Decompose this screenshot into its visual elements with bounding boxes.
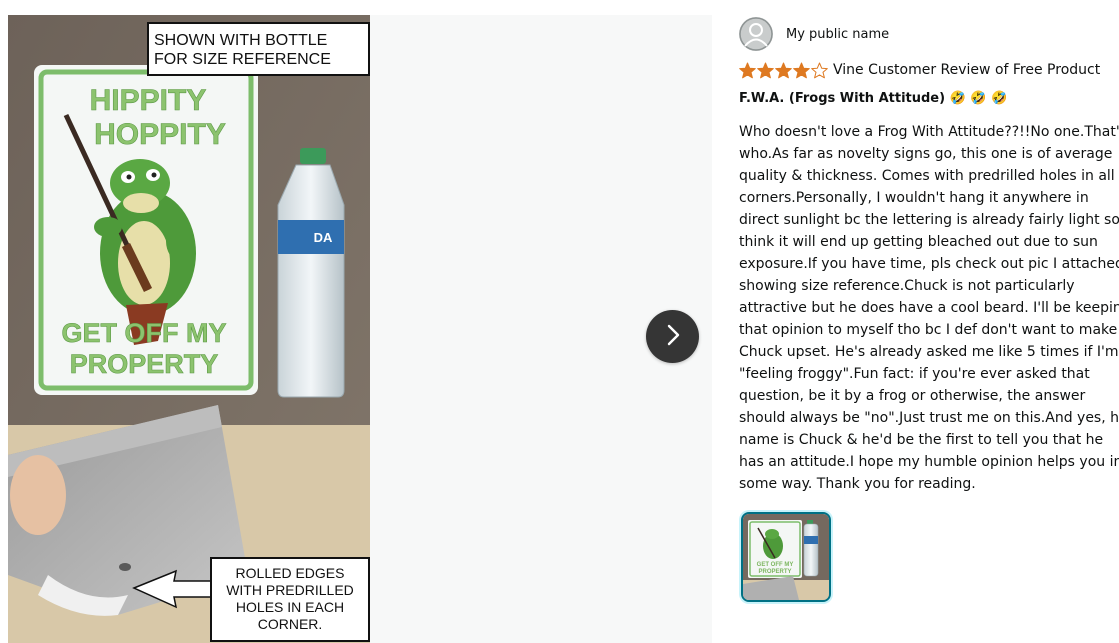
callout-bottom-line-2: WITH PREDRILLED [226, 582, 354, 598]
thumbnail-text-line-1: GET OFF MY [757, 562, 794, 568]
next-image-button[interactable] [646, 310, 699, 363]
chevron-right-icon [663, 323, 683, 351]
review-image-thumbnail[interactable]: GET OFF MY PROPERTY [741, 512, 831, 602]
callout-bottom-line-3: HOLES IN EACH [236, 599, 344, 615]
callout-bottom-line-4: CORNER. [258, 616, 323, 632]
review-title: F.W.A. (Frogs With Attitude) 🤣 🤣 🤣 [739, 91, 1008, 106]
star-empty-icon [811, 62, 828, 78]
star-filled-icon [775, 62, 792, 78]
star-filled-icon [793, 62, 810, 78]
callout-top-line-2: FOR SIZE REFERENCE [154, 51, 331, 68]
reviewer-profile[interactable]: My public name [739, 17, 889, 51]
bottle-label: DA [314, 230, 333, 245]
avatar-icon [739, 17, 773, 51]
sign-line-1: HIPPITY [90, 84, 207, 117]
rating-row: Vine Customer Review of Free Product [739, 59, 1100, 81]
callout-top-line-1: SHOWN WITH BOTTLE [154, 32, 327, 49]
water-bottle: DA [277, 148, 345, 398]
star-rating [739, 62, 829, 79]
sign-line-4: PROPERTY [70, 349, 219, 379]
star-filled-icon [739, 62, 756, 78]
image-viewer: HIPPITY HOPPITY GET OFF MY PROPERTY DA S… [8, 15, 712, 643]
sign-line-3: GET OFF MY [62, 318, 227, 348]
review-panel: My public name Vine Customer Review of F… [739, 15, 1119, 643]
callout-bottom-line-1: ROLLED EDGES [236, 565, 345, 581]
thumbnail-text-line-2: PROPERTY [758, 569, 791, 575]
review-photo: HIPPITY HOPPITY GET OFF MY PROPERTY DA S… [8, 15, 370, 643]
vine-review-label: Vine Customer Review of Free Product [833, 62, 1101, 78]
sign-line-2: HOPPITY [94, 118, 226, 151]
star-filled-icon [757, 62, 774, 78]
review-body: Who doesn't love a Frog With Attitude??!… [739, 124, 1119, 492]
reviewer-name[interactable]: My public name [786, 27, 889, 42]
